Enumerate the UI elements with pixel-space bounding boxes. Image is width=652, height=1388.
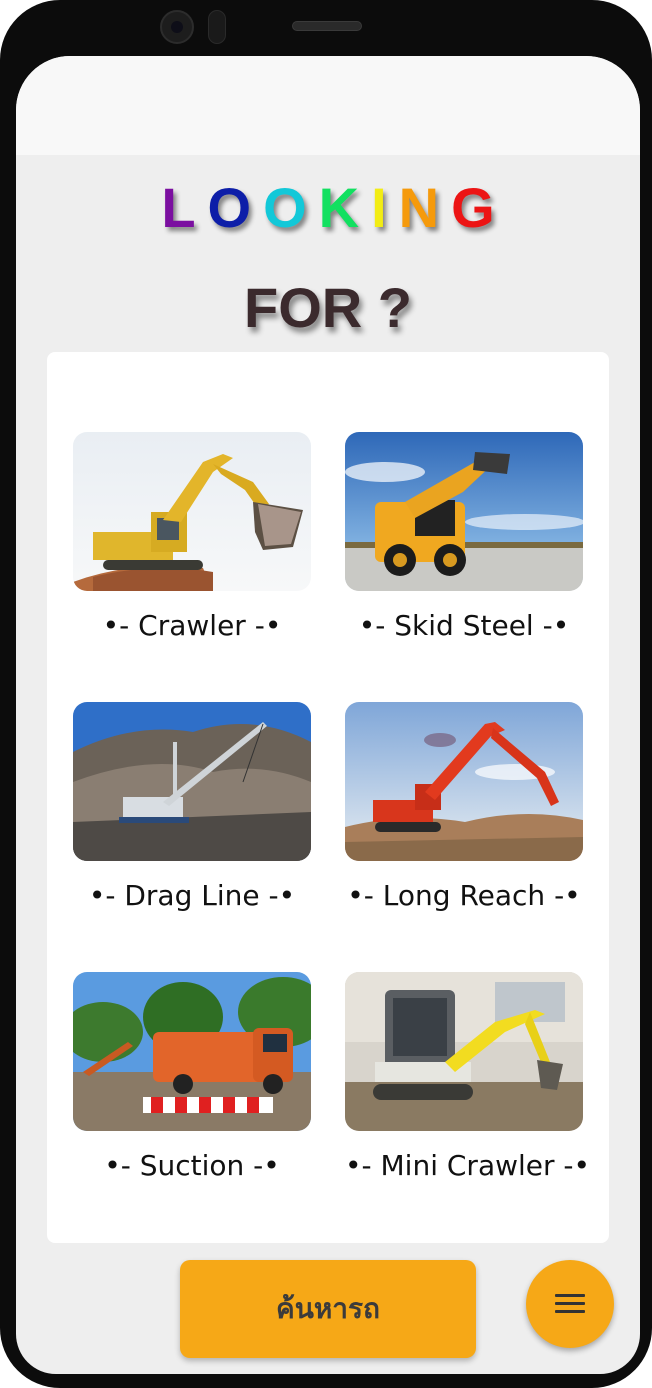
looking-letter: O	[263, 176, 319, 239]
mini-crawler-excavator-image	[345, 972, 583, 1131]
search-vehicle-button[interactable]: ค้นหารถ	[180, 1260, 476, 1358]
category-skid-steel[interactable]: •- Skid Steel -•	[345, 432, 583, 642]
looking-heading: LOOKING	[16, 178, 640, 238]
category-crawler[interactable]: •- Crawler -•	[73, 432, 311, 642]
skid-steer-loader-image	[345, 432, 583, 591]
crawler-excavator-image	[73, 432, 311, 591]
hamburger-menu-icon	[555, 1294, 585, 1314]
category-label: •- Mini Crawler -•	[345, 1149, 591, 1182]
app-screen: LOOKING FOR ? •- Crawler -• •- Skid Stee…	[16, 56, 640, 1374]
category-suction[interactable]: •- Suction -•	[73, 972, 311, 1182]
front-camera	[160, 10, 194, 44]
looking-letter: K	[318, 176, 372, 239]
category-grid-card: •- Crawler -• •- Skid Steel -• •- Drag L…	[47, 352, 609, 1243]
earpiece-speaker	[292, 21, 362, 31]
suction-excavator-truck-image	[73, 972, 311, 1131]
looking-letter: I	[371, 176, 399, 239]
category-mini-crawler[interactable]: •- Mini Crawler -•	[345, 972, 591, 1182]
subtitle-heading: FOR ?	[244, 276, 412, 339]
app-bar	[16, 56, 640, 155]
menu-fab-button[interactable]	[526, 1260, 614, 1348]
category-label: •- Crawler -•	[102, 609, 282, 642]
long-reach-excavator-image	[345, 702, 583, 861]
looking-letter: G	[451, 176, 495, 239]
category-drag-line[interactable]: •- Drag Line -•	[73, 702, 311, 912]
looking-letter: L	[161, 176, 208, 239]
proximity-sensor	[208, 10, 226, 44]
category-label: •- Skid Steel -•	[358, 609, 570, 642]
category-label: •- Drag Line -•	[88, 879, 296, 912]
phone-frame: LOOKING FOR ? •- Crawler -• •- Skid Stee…	[0, 0, 652, 1388]
category-long-reach[interactable]: •- Long Reach -•	[345, 702, 583, 912]
looking-letter: O	[207, 176, 264, 239]
looking-letter: N	[398, 176, 452, 239]
dragline-excavator-image	[73, 702, 311, 861]
category-label: •- Long Reach -•	[347, 879, 581, 912]
category-label: •- Suction -•	[104, 1149, 280, 1182]
